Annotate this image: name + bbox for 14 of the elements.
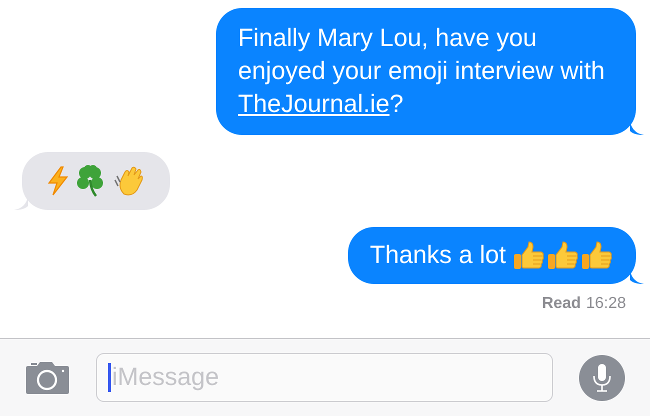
waving-hand-icon [112,164,146,198]
microphone-button[interactable] [579,354,625,400]
lightning-icon [46,166,70,196]
text-cursor [108,363,111,392]
message-text: Thanks a lot [370,240,506,271]
thumbs-up-icon [581,240,613,270]
message-link[interactable]: TheJournal.ie [238,90,390,118]
read-status: Read [542,294,581,314]
microphone-icon [592,362,612,392]
read-time: 16:28 [586,294,626,314]
camera-icon[interactable] [25,360,70,394]
thumbs-up-icon [513,240,545,270]
message-text: Finally Mary Lou, have you enjoyed your emoji interview with TheJournal.ie? [238,23,606,120]
thumbs-up-icon [547,240,579,270]
